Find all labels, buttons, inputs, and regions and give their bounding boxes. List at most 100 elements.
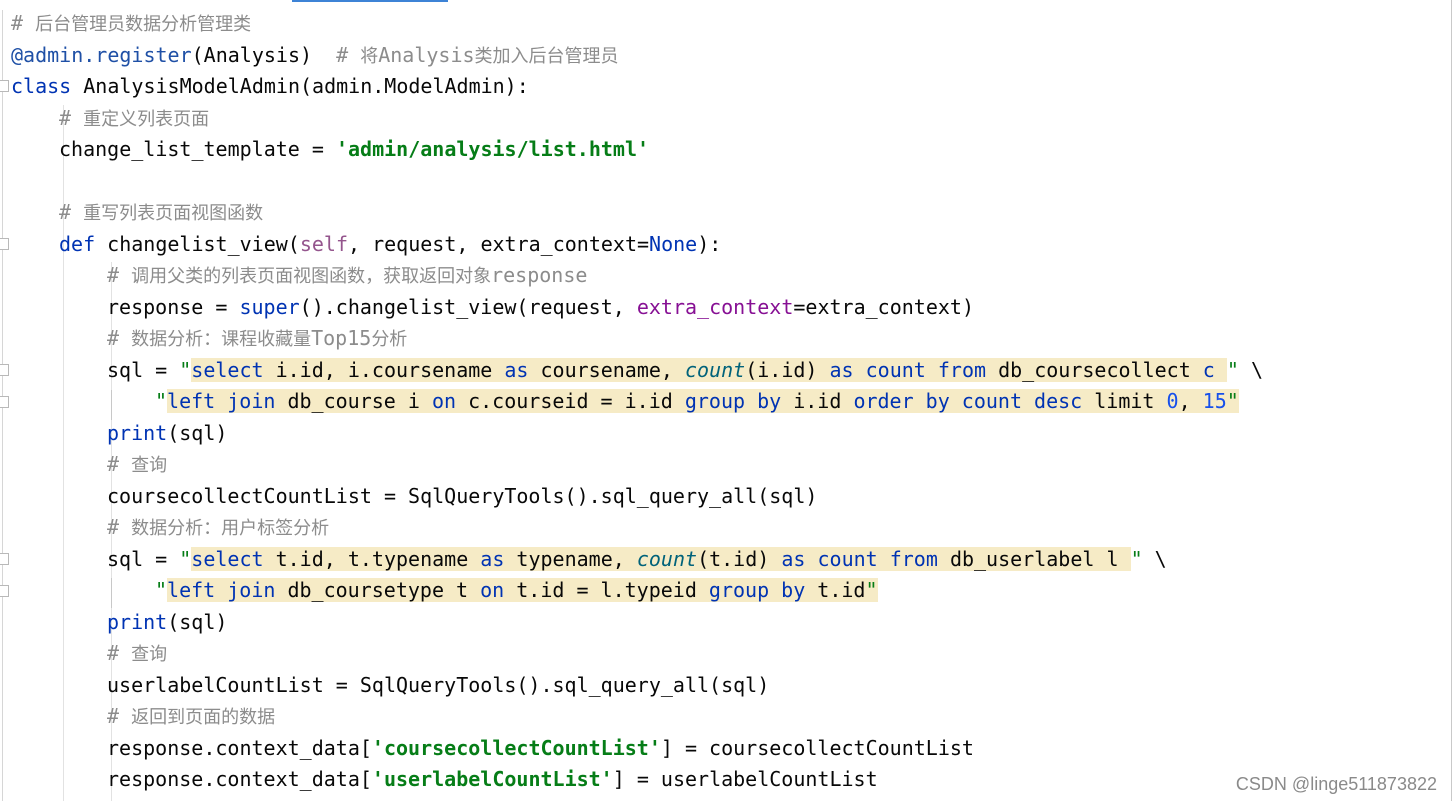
indent-guide bbox=[111, 390, 112, 420]
code-token: , request, extra_context= bbox=[348, 231, 650, 256]
code-line[interactable]: userlabelCountList = SqlQueryTools().sql… bbox=[107, 670, 769, 701]
code-token: 分析 bbox=[371, 329, 408, 350]
code-line[interactable]: "left join db_coursetype t on t.id = l.t… bbox=[155, 575, 878, 606]
code-token: =extra_context) bbox=[793, 294, 974, 319]
code-token: typename, bbox=[516, 546, 637, 571]
code-token: change_list_template = bbox=[59, 137, 336, 161]
code-token: t.id, t.typename bbox=[275, 546, 481, 571]
code-token: count bbox=[685, 357, 746, 382]
code-token: 返回到页面的数据 bbox=[131, 707, 276, 728]
watermark-text: CSDN @linge511873822 bbox=[1235, 774, 1437, 794]
code-token: ): bbox=[697, 231, 722, 256]
code-token: , bbox=[1178, 389, 1203, 413]
code-token: # bbox=[336, 42, 361, 67]
code-token: # bbox=[11, 11, 36, 35]
code-token: print bbox=[107, 420, 168, 445]
code-token: ().changelist_view(request, bbox=[299, 294, 637, 319]
code-token: as count from bbox=[829, 357, 999, 382]
code-line[interactable]: # 返回到页面的数据 bbox=[107, 701, 275, 732]
code-token: response bbox=[491, 263, 588, 287]
code-line[interactable]: def changelist_view(self, request, extra… bbox=[59, 229, 721, 260]
code-line[interactable]: response.context_data['userlabelCountLis… bbox=[107, 764, 878, 795]
code-token: select bbox=[191, 357, 276, 382]
code-line[interactable]: print(sql) bbox=[107, 418, 227, 449]
code-token: sql = bbox=[107, 546, 180, 571]
fold-marker-icon[interactable] bbox=[0, 80, 9, 92]
code-token: 'coursecollectCountList' bbox=[371, 735, 661, 760]
code-token: super bbox=[239, 294, 300, 319]
code-token: " bbox=[155, 389, 168, 413]
code-token: db_coursetype t bbox=[287, 578, 481, 602]
fold-marker-icon[interactable] bbox=[0, 553, 9, 565]
code-token: 后台管理员数据分析管理类 bbox=[35, 14, 252, 35]
code-token: " bbox=[179, 357, 192, 382]
code-token: count bbox=[636, 546, 698, 571]
code-token: 重定义列表页面 bbox=[83, 108, 210, 130]
code-line[interactable]: # 数据分析：课程收藏量Top15分析 bbox=[107, 323, 407, 354]
code-token: as count from bbox=[781, 546, 950, 571]
code-line[interactable]: "left join db_course i on c.courseid = i… bbox=[155, 386, 1239, 417]
code-token: limit bbox=[1094, 389, 1167, 413]
code-line[interactable]: @admin.register(Analysis) # 将Analysis类加入… bbox=[11, 40, 619, 71]
code-token: 调用父类的列表页面视图函数，获取返回对象 bbox=[131, 266, 492, 287]
code-token: # bbox=[107, 515, 132, 539]
code-token: select bbox=[191, 546, 276, 571]
code-token: (sql) bbox=[167, 420, 228, 445]
code-token: userlabelCountList = SqlQueryTools().sql… bbox=[107, 672, 770, 697]
code-token: db_userlabel l bbox=[949, 546, 1131, 571]
code-token: as bbox=[504, 357, 541, 382]
code-token: print bbox=[107, 609, 168, 634]
code-line[interactable]: sql = "select t.id, t.typename as typena… bbox=[107, 544, 1167, 575]
code-line[interactable]: response.context_data['coursecollectCoun… bbox=[107, 733, 974, 764]
code-line[interactable]: # 重写列表页面视图函数 bbox=[59, 197, 263, 228]
code-token: " bbox=[865, 578, 878, 602]
code-token: \ bbox=[1142, 546, 1167, 571]
code-token: 0 bbox=[1166, 389, 1179, 413]
code-token: 15 bbox=[1202, 389, 1227, 413]
code-token: i.id bbox=[793, 389, 854, 413]
code-token: c bbox=[1202, 357, 1227, 382]
code-token: 'userlabelCountList' bbox=[371, 767, 613, 791]
code-line[interactable]: # 重定义列表页面 bbox=[59, 103, 209, 134]
code-token: " bbox=[1226, 357, 1239, 382]
code-token: " bbox=[179, 546, 192, 571]
code-token: (i.id) bbox=[745, 357, 830, 382]
code-token: 类加入后台管理员 bbox=[474, 45, 619, 67]
code-line[interactable]: # 数据分析：用户标签分析 bbox=[107, 512, 329, 543]
code-token: " bbox=[1130, 546, 1143, 571]
code-token: 'admin/analysis/list.html' bbox=[335, 137, 650, 161]
code-line[interactable]: response = super().changelist_view(reque… bbox=[107, 292, 974, 323]
code-token: # bbox=[107, 452, 132, 476]
fold-marker-icon[interactable] bbox=[0, 238, 9, 250]
fold-marker-icon[interactable] bbox=[0, 364, 9, 376]
code-line[interactable]: # 查询 bbox=[107, 449, 167, 480]
code-line[interactable]: # 查询 bbox=[107, 638, 167, 669]
code-token: # bbox=[107, 704, 132, 728]
code-line[interactable]: print(sql) bbox=[107, 607, 227, 638]
code-token: db_coursecollect bbox=[998, 357, 1203, 382]
code-line[interactable]: sql = "select i.id, i.coursename as cour… bbox=[107, 355, 1263, 386]
code-token: # bbox=[59, 105, 84, 130]
code-token: class bbox=[11, 74, 84, 98]
code-line[interactable]: coursecollectCountList = SqlQueryTools()… bbox=[107, 481, 817, 512]
code-token: i.id, i.coursename bbox=[275, 357, 505, 382]
code-line[interactable]: change_list_template = 'admin/analysis/l… bbox=[59, 134, 649, 165]
code-token: " bbox=[155, 578, 168, 602]
code-token: group by bbox=[708, 578, 818, 602]
code-token: on bbox=[480, 578, 517, 602]
code-token: Analysis bbox=[378, 42, 475, 67]
code-token: response.context_data[ bbox=[107, 735, 372, 760]
code-token: c.courseid = i.id bbox=[468, 389, 685, 413]
fold-marker-icon[interactable] bbox=[0, 585, 9, 597]
code-editor[interactable]: # 后台管理员数据分析管理类 @admin.register(Analysis) … bbox=[0, 0, 1452, 801]
code-token: AnalysisModelAdmin(admin.ModelAdmin): bbox=[83, 74, 529, 98]
code-token: " bbox=[1226, 389, 1239, 413]
code-line[interactable]: class AnalysisModelAdmin(admin.ModelAdmi… bbox=[11, 71, 529, 102]
code-token: # bbox=[107, 326, 132, 350]
indent-guide bbox=[111, 578, 112, 608]
code-token: # bbox=[107, 263, 132, 287]
fold-marker-icon[interactable] bbox=[0, 396, 9, 408]
code-line[interactable]: # 后台管理员数据分析管理类 bbox=[11, 8, 251, 39]
code-line[interactable]: # 调用父类的列表页面视图函数，获取返回对象response bbox=[107, 260, 587, 291]
code-token: coursecollectCountList = SqlQueryTools()… bbox=[107, 483, 818, 508]
